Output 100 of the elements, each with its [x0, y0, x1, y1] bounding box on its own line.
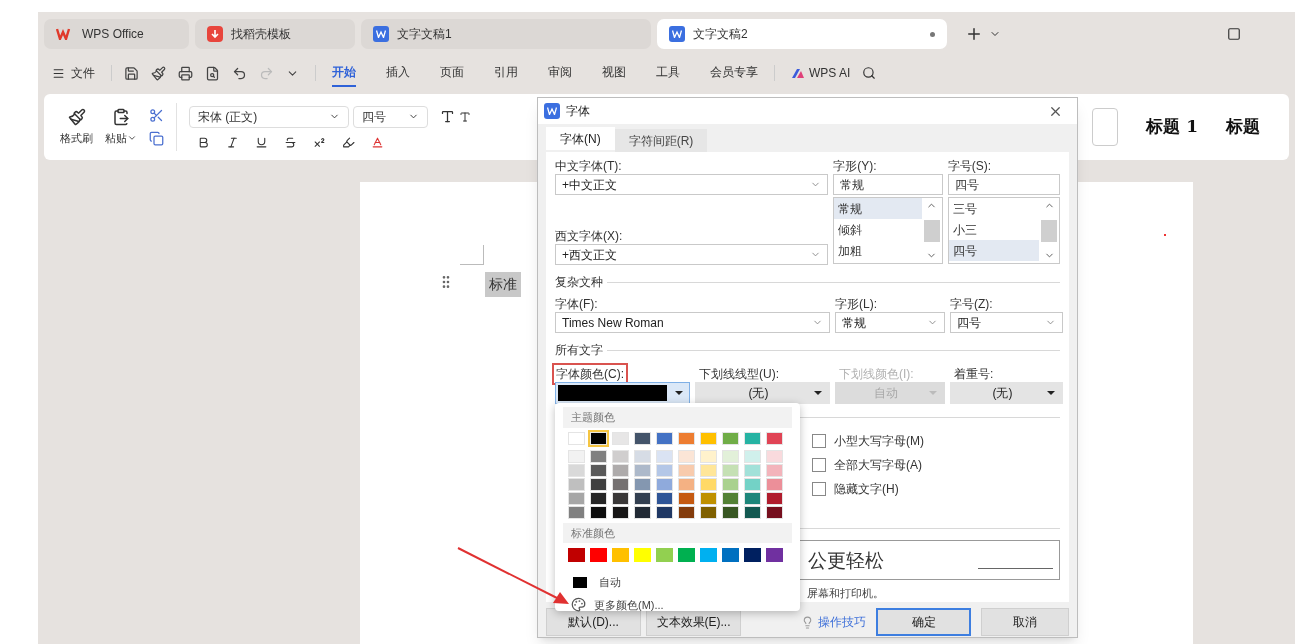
color-swatch[interactable] [744, 491, 761, 505]
font-select[interactable]: 常规 [835, 312, 945, 333]
font-color-icon[interactable] [371, 135, 384, 149]
color-swatch[interactable] [744, 463, 761, 477]
color-swatch[interactable] [678, 491, 695, 505]
color-swatch[interactable] [678, 548, 695, 562]
color-swatch[interactable] [700, 491, 717, 505]
ribbon-tab[interactable]: 工具 [656, 59, 680, 87]
copy-icon[interactable] [149, 131, 164, 146]
ribbon-tab[interactable]: 审阅 [548, 59, 572, 87]
color-swatch[interactable] [634, 463, 651, 477]
font-size-field[interactable]: 四号 [947, 174, 1060, 195]
color-swatch[interactable] [722, 449, 739, 463]
color-swatch[interactable] [700, 431, 717, 445]
color-swatch[interactable] [700, 463, 717, 477]
color-swatch[interactable] [722, 548, 739, 562]
color-swatch[interactable] [722, 505, 739, 519]
color-swatch[interactable] [700, 477, 717, 491]
color-swatch[interactable] [634, 491, 651, 505]
color-swatch[interactable] [678, 431, 695, 445]
color-swatch[interactable] [612, 491, 629, 505]
color-swatch[interactable] [678, 449, 695, 463]
color-swatch[interactable] [568, 491, 585, 505]
color-swatch[interactable] [766, 491, 783, 505]
ok-button[interactable]: 确定 [876, 608, 971, 636]
color-swatch[interactable] [766, 449, 783, 463]
color-swatch[interactable] [700, 505, 717, 519]
dialog-tab[interactable]: 字体(N) [546, 127, 615, 150]
color-swatch[interactable] [700, 449, 717, 463]
color-swatch[interactable] [744, 548, 761, 562]
color-swatch[interactable] [678, 477, 695, 491]
new-tab-icon[interactable] [965, 25, 983, 43]
color-swatch[interactable] [612, 505, 629, 519]
ribbon-tab[interactable]: 引用 [494, 59, 518, 87]
color-swatch[interactable] [744, 431, 761, 445]
color-swatch[interactable] [678, 463, 695, 477]
scroll-down-icon[interactable] [926, 250, 938, 261]
ribbon-tab[interactable]: 开始 [332, 59, 356, 87]
font-select[interactable]: 四号 [950, 312, 1063, 333]
shrink-font-icon[interactable] [459, 110, 471, 123]
checkbox[interactable] [812, 482, 826, 496]
color-swatch[interactable] [568, 431, 585, 445]
color-swatch[interactable] [744, 449, 761, 463]
list-option[interactable]: 四号 [948, 240, 1039, 261]
format-painter-button[interactable]: 格式刷 [60, 107, 93, 147]
superscript-icon[interactable] [313, 135, 326, 149]
strikethrough-icon[interactable] [284, 135, 297, 149]
style-option[interactable]: 标题 1 [1146, 114, 1198, 140]
menu-icon[interactable] [52, 66, 65, 80]
color-swatch[interactable] [634, 505, 651, 519]
color-swatch[interactable] [590, 463, 607, 477]
list-option[interactable]: 加粗 [834, 240, 922, 261]
color-swatch[interactable] [612, 548, 629, 562]
undo-icon[interactable] [232, 65, 247, 81]
list-option[interactable]: 常规 [834, 198, 922, 219]
ai-button[interactable]: WPS AI [791, 64, 851, 82]
effect-checkbox[interactable]: 隐藏文字(H) [812, 480, 1060, 498]
color-swatch[interactable] [590, 505, 607, 519]
grow-font-icon[interactable] [440, 109, 455, 124]
document-tab[interactable]: 文字文稿1 [361, 19, 651, 49]
color-swatch[interactable] [656, 477, 673, 491]
style-option[interactable]: 标题 [1226, 114, 1260, 140]
color-swatch[interactable] [590, 477, 607, 491]
color-swatch[interactable] [612, 477, 629, 491]
color-swatch[interactable] [678, 505, 695, 519]
ribbon-tab[interactable]: 会员专享 [710, 59, 758, 87]
color-swatch[interactable] [656, 505, 673, 519]
ribbon-tab[interactable]: 页面 [440, 59, 464, 87]
color-swatch[interactable] [766, 477, 783, 491]
color-swatch[interactable] [766, 463, 783, 477]
underline-icon[interactable] [255, 135, 268, 149]
list-option[interactable]: 倾斜 [834, 219, 922, 240]
effect-checkbox[interactable]: 小型大写字母(M) [812, 432, 1060, 450]
color-swatch[interactable] [722, 463, 739, 477]
color-swatch[interactable] [612, 431, 629, 445]
western-font-select[interactable]: +西文正文 [555, 244, 829, 265]
list-option[interactable]: 三号 [948, 198, 1039, 219]
color-swatch[interactable] [656, 491, 673, 505]
color-swatch[interactable] [766, 505, 783, 519]
color-swatch[interactable] [568, 449, 585, 463]
checkbox[interactable] [812, 434, 826, 448]
option-select[interactable]: (无) [695, 382, 830, 404]
font-size-field[interactable]: 四号 [353, 105, 428, 128]
scroll-down-icon[interactable] [1043, 250, 1055, 261]
color-swatch[interactable] [700, 548, 717, 562]
file-menu[interactable]: 文件 [71, 64, 95, 82]
text-effect-icon[interactable] [342, 135, 355, 149]
color-swatch[interactable] [656, 449, 673, 463]
color-swatch[interactable] [722, 477, 739, 491]
color-swatch[interactable] [656, 431, 673, 445]
print-icon[interactable] [178, 65, 193, 81]
color-swatch[interactable] [766, 431, 783, 445]
auto-color-item[interactable]: 自动 [563, 574, 792, 591]
color-swatch[interactable] [612, 463, 629, 477]
preview-icon[interactable] [205, 65, 220, 81]
italic-icon[interactable] [226, 135, 239, 149]
color-swatch[interactable] [634, 431, 651, 445]
bold-icon[interactable] [197, 135, 210, 149]
effect-checkbox[interactable]: 全部大写字母(A) [812, 456, 1060, 474]
color-swatch[interactable] [590, 449, 607, 463]
